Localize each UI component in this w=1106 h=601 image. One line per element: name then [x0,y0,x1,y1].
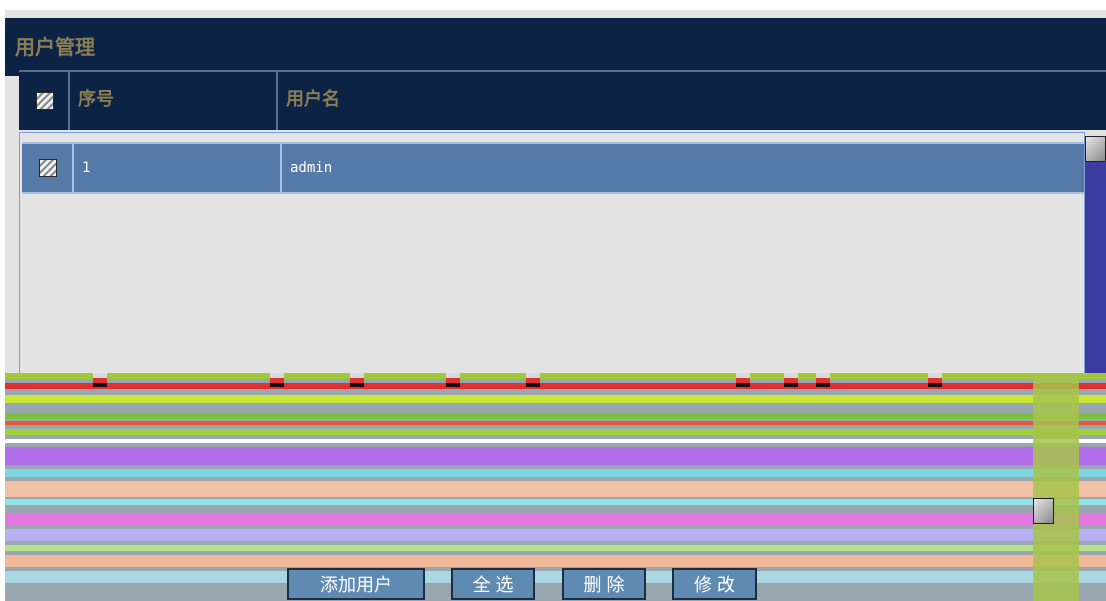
column-header-seq[interactable]: 序号 [72,72,278,130]
glitch-mark [93,373,107,387]
user-management-panel: 用户管理 序号 用户名 1 admin 添加用户 全 选 删 除 修 改 [5,10,1106,601]
glitch-mark [736,373,750,387]
table-row[interactable]: 1 admin [22,142,1084,194]
glitch-mark [784,373,798,387]
glitch-mark [270,373,284,387]
corrupted-render-area [5,373,1106,601]
row-checkbox-icon[interactable] [39,159,57,177]
add-user-button[interactable]: 添加用户 [287,568,425,600]
glitch-mark [446,373,460,387]
row-seq: 1 [76,144,282,192]
panel-title: 用户管理 [5,18,1106,76]
delete-button[interactable]: 删 除 [562,568,646,600]
table-body: 1 admin [19,132,1085,402]
scroll-down-icon[interactable] [1033,498,1054,524]
table-header: 序号 用户名 [19,70,1106,130]
glitch-mark [928,373,942,387]
edit-button[interactable]: 修 改 [672,568,757,600]
scroll-up-icon[interactable] [1085,136,1106,162]
select-all-button[interactable]: 全 选 [451,568,535,600]
glitch-strip [1033,373,1079,601]
row-select-cell[interactable] [22,144,74,192]
column-header-username[interactable]: 用户名 [280,72,1106,130]
row-username: admin [290,160,333,176]
select-all-checkbox-icon[interactable] [36,92,54,110]
header-select-cell[interactable] [19,72,70,130]
glitch-mark [350,373,364,387]
glitch-mark [526,373,540,387]
glitch-mark [816,373,830,387]
